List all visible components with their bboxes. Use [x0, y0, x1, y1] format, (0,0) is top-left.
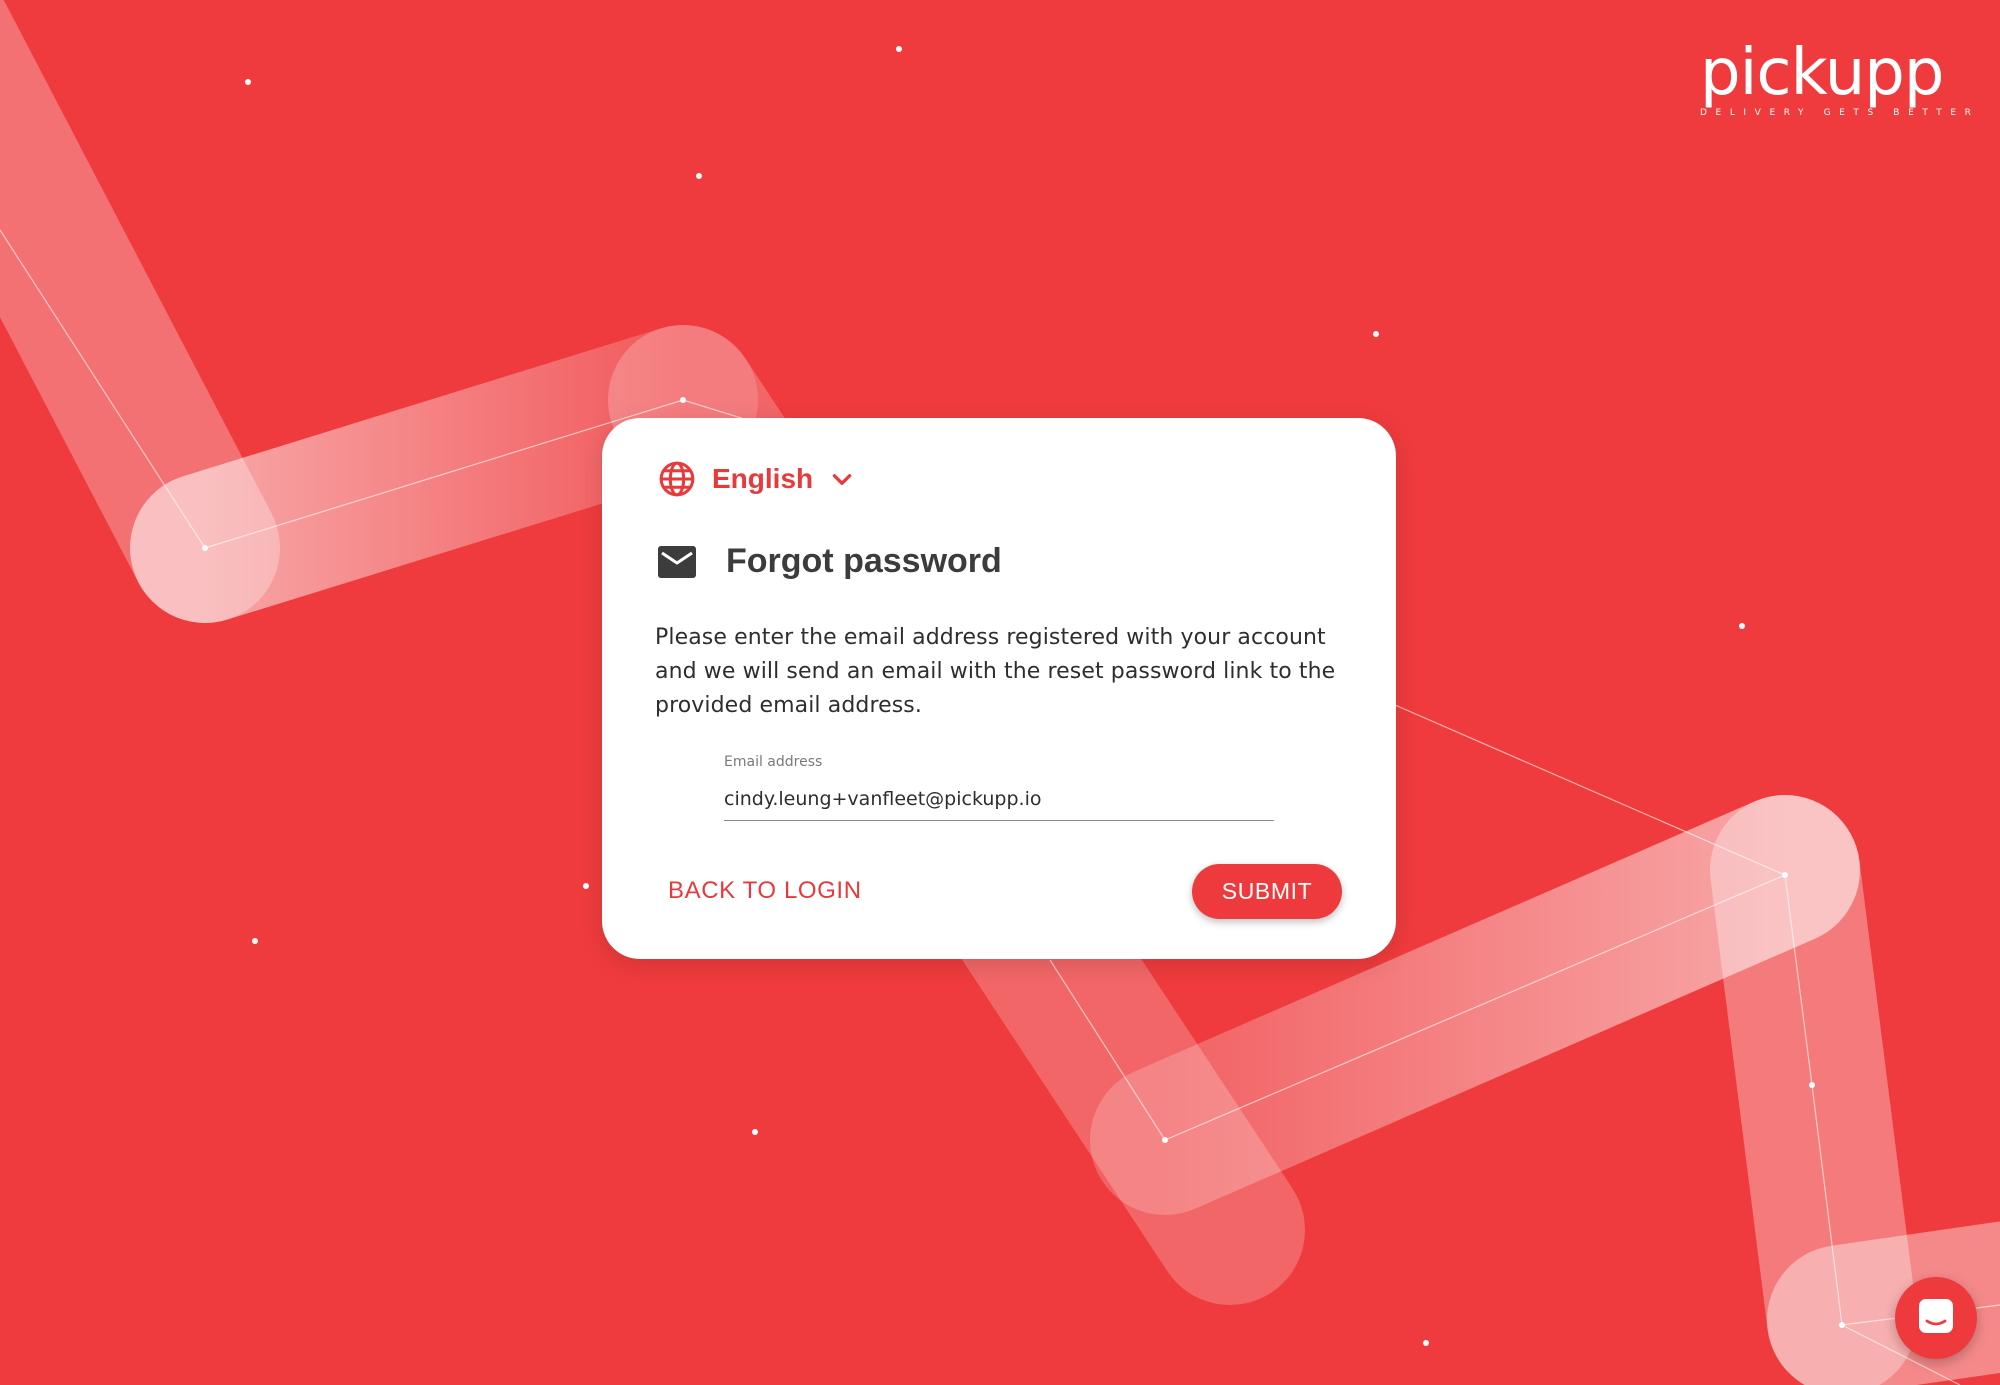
- language-selector[interactable]: English: [658, 460, 855, 498]
- title-row: Forgot password: [658, 542, 1002, 581]
- email-field-label: Email address: [724, 754, 823, 770]
- email-field: Email address: [724, 754, 1274, 821]
- chat-launcher-button[interactable]: [1895, 1277, 1977, 1359]
- globe-icon: [658, 460, 696, 498]
- logo-wordmark: pickupp: [1700, 36, 1945, 110]
- language-label: English: [712, 463, 814, 494]
- mail-icon: [658, 545, 696, 578]
- back-to-login-button[interactable]: BACK TO LOGIN: [668, 877, 862, 905]
- instructions-text: Please enter the email address registere…: [655, 625, 1336, 718]
- page-title: Forgot password: [726, 542, 1002, 580]
- submit-button[interactable]: SUBMIT: [1192, 864, 1342, 919]
- chat-icon: [1916, 1296, 1956, 1341]
- logo-tagline: DELIVERY GETS BETTER: [1700, 108, 1980, 118]
- email-input[interactable]: [724, 788, 1274, 821]
- brand-logo: pickupp DELIVERY GETS BETTER: [1700, 36, 1980, 118]
- chevron-down-icon: [829, 466, 855, 492]
- forgot-password-card: English Forgot password Please enter the…: [602, 418, 1396, 959]
